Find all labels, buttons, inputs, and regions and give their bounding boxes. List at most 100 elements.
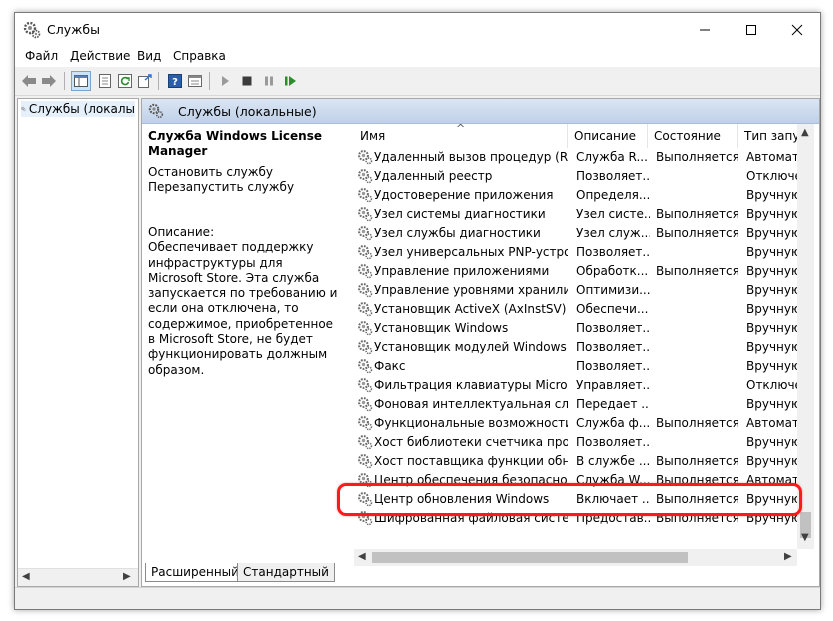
scroll-up-arrow-icon[interactable]: ▲ [801, 127, 809, 138]
properties-button[interactable] [95, 71, 115, 91]
svg-text:?: ? [172, 77, 178, 88]
service-state-cell: Выполняется [656, 226, 738, 240]
service-row[interactable]: Удаленный реестр Позволяет... Отключен [354, 167, 817, 186]
service-state-cell: Выполняется [656, 150, 738, 164]
tree-item-services-local[interactable]: Службы (локалы [21, 101, 135, 117]
tab-extended[interactable]: Расширенный [145, 563, 245, 582]
minimize-icon [700, 29, 710, 31]
service-gear-icon [358, 188, 373, 203]
service-gear-icon [358, 245, 373, 260]
help-button[interactable]: ? [165, 71, 185, 91]
service-row[interactable]: Хост поставщика функции обна... В службе … [354, 452, 817, 471]
description-label: Описание: [148, 225, 215, 239]
service-description-cell: Позволяет... [576, 245, 650, 259]
start-service-button[interactable] [215, 71, 235, 91]
refresh-button[interactable] [115, 71, 135, 91]
service-row[interactable]: Узел системы диагностики Узел систе... Вып… [354, 205, 817, 224]
title-bar[interactable]: Службы [15, 13, 820, 47]
service-row[interactable]: Управление приложениями Обработк... Выполн… [354, 262, 817, 281]
service-name-cell: Фоновая интеллектуальная служ... [374, 397, 568, 411]
service-name-cell: Удаленный реестр [374, 169, 493, 183]
column-header-state[interactable]: Состояние [648, 124, 738, 148]
service-description-cell: Позволяет... [576, 340, 650, 354]
menu-file[interactable]: Файл [25, 49, 58, 63]
column-header-name-label: Имя [360, 129, 386, 143]
service-gear-icon [358, 264, 373, 279]
panel-title: Службы (локальные) [178, 104, 317, 119]
console-tree-button[interactable] [71, 71, 91, 91]
forward-button[interactable] [39, 71, 59, 91]
highlight-annotation [337, 483, 802, 516]
properties-icon [99, 74, 111, 88]
close-icon [791, 24, 803, 36]
service-row[interactable]: Факс Позволяет... Вручную [354, 357, 817, 376]
service-row[interactable]: Узел службы диагностики Узел служ... Выпол… [354, 224, 817, 243]
pause-service-button[interactable] [259, 71, 279, 91]
stop-link-suffix: службу [222, 165, 274, 179]
service-description-cell: Управляет... [576, 378, 650, 392]
refresh-icon [118, 74, 132, 88]
close-button[interactable] [774, 13, 820, 47]
service-row[interactable]: Установщик Windows Позволяет... Вручную [354, 319, 817, 338]
restart-service-button[interactable] [281, 71, 301, 91]
service-row[interactable]: Управление уровнями хранилища Оптимизи...… [354, 281, 817, 300]
column-header-description-label: Описание [574, 129, 637, 143]
service-name-cell: Управление приложениями [374, 264, 550, 278]
export-list-button[interactable] [135, 71, 155, 91]
service-gear-icon [358, 397, 373, 412]
stop-service-link[interactable]: Остановить [148, 165, 223, 179]
left-horizontal-scrollbar[interactable]: ◀ ▶ [18, 568, 138, 586]
tab-standard[interactable]: Стандартный [237, 563, 335, 582]
service-row[interactable]: Установщик ActiveX (AxInstSV) Обеспечи...… [354, 300, 817, 319]
menu-action[interactable]: Действие [70, 49, 130, 63]
horizontal-scroll-thumb[interactable] [372, 552, 688, 563]
services-gear-icon [148, 103, 164, 119]
toolbar-separator [64, 72, 65, 90]
selected-service-name: Служба Windows License Manager [148, 129, 322, 159]
service-name-cell: Удостоверение приложения [374, 188, 554, 202]
service-row[interactable]: Удаленный вызов процедур (RPC) Служба R..… [354, 148, 817, 167]
service-state-cell: Выполняется [656, 454, 738, 468]
service-row[interactable]: Хост библиотеки счетчика прои... Позволяе… [354, 433, 817, 452]
toolbar-separator [209, 72, 210, 90]
service-row[interactable]: Фоновая интеллектуальная служ... Передает… [354, 395, 817, 414]
scroll-right-arrow-icon[interactable]: ▶ [123, 571, 131, 582]
service-row[interactable]: Узел универсальных PNP-устро... Позволяет… [354, 243, 817, 262]
service-name-cell: Функциональные возможности ... [374, 416, 568, 430]
scroll-left-arrow-icon[interactable]: ◀ [22, 571, 30, 582]
minimize-button[interactable] [682, 13, 728, 47]
service-name-cell: Удаленный вызов процедур (RPC) [374, 150, 568, 164]
service-gear-icon [358, 302, 373, 317]
menu-view[interactable]: Вид [137, 49, 161, 63]
maximize-button[interactable] [728, 13, 774, 47]
scroll-left-arrow-icon[interactable]: ◀ [358, 551, 366, 562]
sort-ascending-icon: ^ [456, 124, 466, 135]
service-name-cell: Факс [374, 359, 406, 373]
service-description-cell: В службе ... [576, 454, 650, 468]
service-row[interactable]: Фильтрация клавиатуры Microsoft Управляет… [354, 376, 817, 395]
view-details-button[interactable] [185, 71, 205, 91]
column-header-description[interactable]: Описание [568, 124, 648, 148]
service-row[interactable]: Установщик модулей Windows Позволяет... Вр… [354, 338, 817, 357]
export-list-icon [138, 74, 152, 88]
pause-icon [265, 76, 273, 86]
service-row[interactable]: Функциональные возможности ... Служба ф..… [354, 414, 817, 433]
service-description-cell: Служба R... [576, 150, 648, 164]
column-header-state-label: Состояние [654, 129, 721, 143]
service-state-cell: Выполняется [656, 207, 738, 221]
restart-service-link[interactable]: Перезапустить [148, 180, 244, 194]
service-description-cell: Служба ф... [576, 416, 650, 430]
menu-help[interactable]: Справка [173, 49, 226, 63]
stop-service-button[interactable] [237, 71, 257, 91]
scroll-right-arrow-icon[interactable]: ▶ [784, 551, 792, 562]
service-gear-icon [358, 454, 373, 469]
description-text: Обеспечивает поддержку инфраструктуры дл… [148, 240, 338, 377]
service-name-cell: Хост поставщика функции обна... [374, 454, 568, 468]
view-details-icon [188, 75, 202, 87]
back-button[interactable] [19, 71, 39, 91]
service-description-cell: Определя... [576, 188, 650, 202]
column-header-name[interactable]: ^ Имя [354, 124, 568, 148]
service-row[interactable]: Удостоверение приложения Определя... Вручн… [354, 186, 817, 205]
service-name-cell: Узел универсальных PNP-устро... [374, 245, 568, 259]
scroll-down-arrow-icon[interactable]: ▼ [801, 532, 809, 543]
